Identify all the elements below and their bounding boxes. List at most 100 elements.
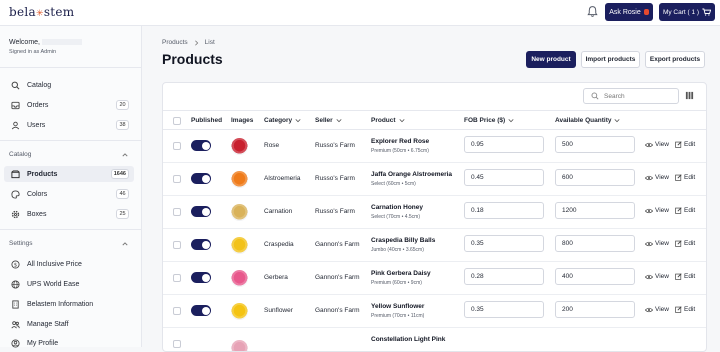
sidebar-item-ups-world-ease[interactable]: UPS World Ease [4, 276, 134, 292]
published-toggle[interactable] [191, 305, 211, 316]
view-button[interactable]: View [645, 240, 669, 247]
product-image[interactable] [231, 270, 248, 287]
columns-icon[interactable] [685, 91, 694, 100]
ask-rosie-button[interactable]: Ask Rosie [605, 3, 653, 21]
eye-icon [645, 208, 653, 213]
sidebar: Welcome, Signed in as Admin Catalog Orde… [0, 26, 142, 348]
product-variant: Select (60cm • 5cm) [371, 181, 416, 187]
sidebar-item-all-inclusive-price[interactable]: $ All Inclusive Price [4, 256, 134, 272]
select-all-checkbox[interactable] [173, 117, 181, 125]
table-row: Alstroemeria Russo's Farm Jaffa Orange Als… [163, 163, 706, 196]
search-input[interactable] [604, 92, 674, 100]
product-image[interactable] [231, 204, 248, 221]
section-settings-label: Settings [9, 240, 33, 247]
column-seller[interactable]: Seller [315, 117, 342, 124]
bell-icon[interactable] [586, 5, 599, 18]
published-toggle[interactable] [191, 140, 211, 151]
product-variant: Premium (60cm • 9cm) [371, 280, 422, 286]
brand-logo[interactable]: bela✳stem [9, 5, 75, 19]
product-name[interactable]: Craspedia Billy Balls [371, 237, 435, 244]
product-name[interactable]: Yellow Sunflower [371, 303, 424, 310]
export-products-button[interactable]: Export products [645, 51, 705, 68]
view-button[interactable]: View [645, 141, 669, 148]
chevron-down-icon [508, 119, 514, 123]
published-toggle[interactable] [191, 239, 211, 250]
sidebar-item-manage-staff[interactable]: Manage Staff [4, 316, 134, 332]
view-button[interactable]: View [645, 306, 669, 313]
sidebar-item-users[interactable]: Users 38 [4, 117, 134, 133]
table-row: Gerbera Gannon's Farm Pink Gerbera Daisy Pr… [163, 262, 706, 295]
edit-button[interactable]: Edit [675, 306, 695, 313]
view-button[interactable]: View [645, 273, 669, 280]
edit-icon [675, 240, 682, 247]
sidebar-item-orders[interactable]: Orders 20 [4, 97, 134, 113]
quantity-input[interactable]: 200 [555, 301, 635, 318]
product-image[interactable] [231, 237, 248, 254]
product-image[interactable] [231, 303, 248, 320]
page-title: Products [162, 51, 223, 67]
fob-price-input[interactable]: 0.18 [464, 202, 544, 219]
product-name[interactable]: Explorer Red Rose [371, 138, 429, 145]
fob-price-input[interactable]: 0.95 [464, 136, 544, 153]
quantity-input[interactable]: 1200 [555, 202, 635, 219]
row-checkbox[interactable] [173, 241, 181, 249]
sidebar-item-catalog[interactable]: Catalog [4, 77, 134, 93]
sidebar-item-products[interactable]: Products 1646 [4, 166, 134, 182]
product-image[interactable] [231, 340, 248, 351]
edit-button[interactable]: Edit [675, 240, 695, 247]
fob-price-input[interactable]: 0.28 [464, 268, 544, 285]
quantity-input[interactable]: 500 [555, 136, 635, 153]
table-row: Rose Russo's Farm Explorer Red Rose Premium… [163, 130, 706, 163]
product-image[interactable] [231, 171, 248, 188]
product-name[interactable]: Constellation Light Pink [371, 336, 445, 343]
divider [0, 229, 141, 230]
fob-price-input[interactable]: 0.45 [464, 169, 544, 186]
row-checkbox[interactable] [173, 142, 181, 150]
product-name[interactable]: Carnation Honey [371, 204, 423, 211]
product-name[interactable]: Pink Gerbera Daisy [371, 270, 431, 277]
product-image[interactable] [231, 138, 248, 155]
colors-count-badge: 46 [116, 189, 129, 199]
globe-icon [11, 279, 20, 289]
view-button[interactable]: View [645, 207, 669, 214]
published-toggle[interactable] [191, 206, 211, 217]
row-checkbox[interactable] [173, 208, 181, 216]
fob-price-input[interactable]: 0.35 [464, 235, 544, 252]
column-category[interactable]: Category [264, 117, 301, 124]
quantity-input[interactable]: 600 [555, 169, 635, 186]
edit-button[interactable]: Edit [675, 207, 695, 214]
quantity-input[interactable]: 400 [555, 268, 635, 285]
cart-button[interactable]: My Cart ( 1 ) [659, 3, 715, 21]
product-variant: Premium (70cm • 11cm) [371, 313, 425, 319]
column-available-quantity[interactable]: Available Quantity [555, 117, 621, 124]
column-fob-price[interactable]: FOB Price ($) [464, 117, 514, 124]
search-box[interactable] [583, 88, 679, 104]
quantity-input[interactable]: 800 [555, 235, 635, 252]
sidebar-item-colors[interactable]: Colors 46 [4, 186, 134, 202]
row-checkbox[interactable] [173, 274, 181, 282]
fob-price-input[interactable]: 0.35 [464, 301, 544, 318]
new-product-button[interactable]: New product [526, 51, 576, 68]
sidebar-item-my-profile[interactable]: My Profile [4, 335, 134, 351]
row-checkbox[interactable] [173, 307, 181, 315]
chevron-up-icon[interactable] [122, 241, 128, 247]
breadcrumb-products-link[interactable]: Products [162, 39, 188, 46]
category-cell: Alstroemeria [264, 175, 301, 182]
sidebar-item-boxes[interactable]: Boxes 25 [4, 206, 134, 222]
edit-button[interactable]: Edit [675, 273, 695, 280]
edit-button[interactable]: Edit [675, 141, 695, 148]
published-toggle[interactable] [191, 173, 211, 184]
chevron-up-icon[interactable] [122, 152, 128, 158]
cart-icon [702, 8, 712, 16]
product-name[interactable]: Jaffa Orange Alstroemeria [371, 171, 452, 178]
sidebar-item-belastem-information[interactable]: Belastem Information [4, 296, 134, 312]
import-products-button[interactable]: Import products [581, 51, 640, 68]
users-icon [11, 121, 20, 130]
published-toggle[interactable] [191, 272, 211, 283]
product-variant: Jumbo (40cm • 3.65cm) [371, 247, 424, 253]
view-button[interactable]: View [645, 174, 669, 181]
row-checkbox[interactable] [173, 175, 181, 183]
column-product[interactable]: Product [371, 117, 405, 124]
column-images: Images [231, 117, 254, 124]
edit-button[interactable]: Edit [675, 174, 695, 181]
